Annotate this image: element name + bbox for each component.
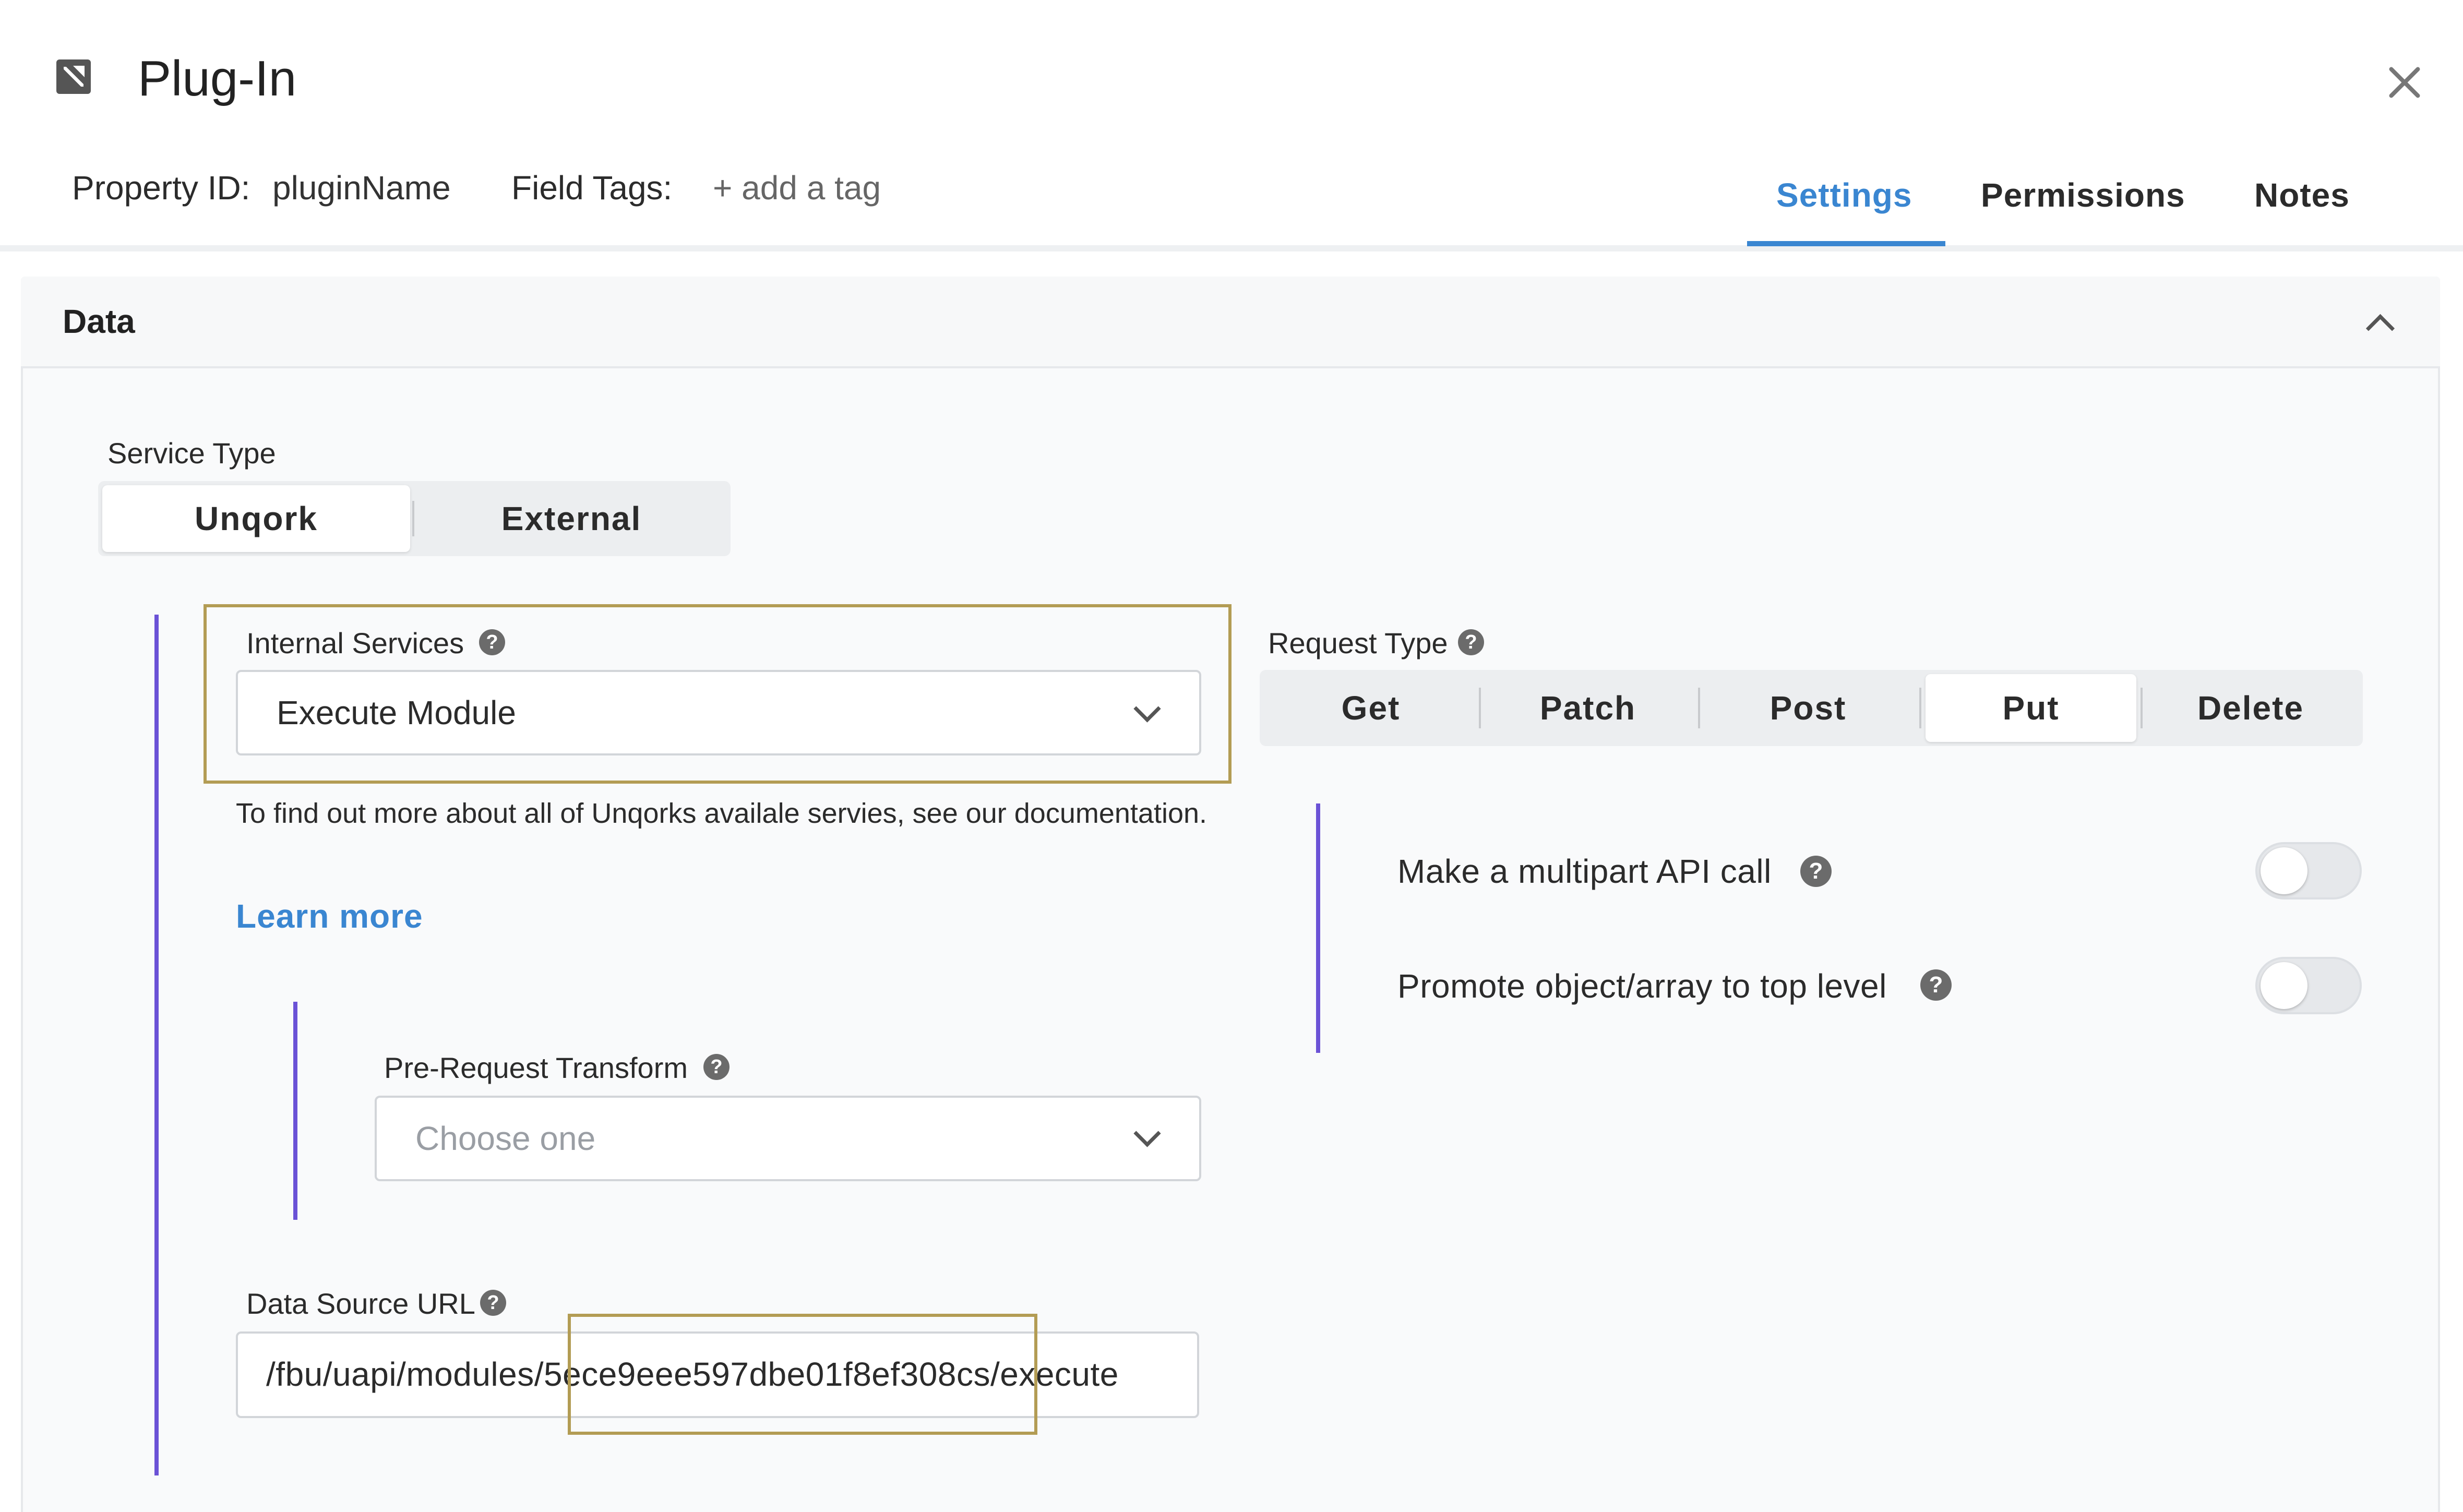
service-type-label: Service Type [107,437,276,470]
request-type-label: Request Type [1268,627,1448,659]
chevron-down-icon[interactable] [1130,1121,1162,1152]
help-icon[interactable]: ? [480,1290,506,1316]
module-id-highlight [568,1314,1037,1435]
options-bar [1316,803,1320,1053]
request-type-delete[interactable]: Delete [2144,674,2358,742]
segment-divider [1919,688,1921,728]
pre-request-transform-placeholder: Choose one [415,1120,596,1157]
multipart-label: Make a multipart API call [1397,853,1772,890]
tab-notes[interactable]: Notes [2254,175,2350,215]
service-type-external[interactable]: External [417,485,725,552]
tab-settings[interactable]: Settings [1776,175,1912,215]
modal-title: Plug-In [138,51,297,106]
internal-services-label: Internal Services [246,627,464,659]
segment-divider [2141,688,2143,728]
segment-divider [412,501,414,536]
add-tag-button[interactable]: + add a tag [713,168,881,208]
internal-services-value: Execute Module [277,694,516,731]
toggle-knob [2261,847,2307,894]
request-type-put[interactable]: Put [1926,674,2136,742]
request-type-patch[interactable]: Patch [1481,674,1695,742]
promote-toggle[interactable] [2255,957,2362,1014]
pre-request-transform-label: Pre-Request Transform [384,1051,688,1084]
data-source-url-label: Data Source URL [246,1287,475,1320]
data-panel [21,277,2440,1512]
section-bar [154,615,159,1475]
property-id-value: pluginName [272,169,451,207]
section-bar-nested [293,1002,297,1220]
request-type-post[interactable]: Post [1701,674,1915,742]
chevron-up-icon[interactable] [2365,309,2393,337]
learn-more-link[interactable]: Learn more [236,896,423,936]
multipart-toggle[interactable] [2255,842,2362,899]
chevron-down-icon[interactable] [1130,696,1162,727]
toggle-knob [2261,962,2307,1009]
promote-label: Promote object/array to top level [1397,967,1887,1005]
data-panel-title: Data [63,303,135,340]
request-type-get[interactable]: Get [1264,674,1478,742]
help-icon[interactable]: ? [1458,629,1484,655]
field-tags-label: Field Tags: [511,169,673,207]
help-icon[interactable]: ? [1920,969,1952,1001]
internal-services-help-text: To find out more about all of Unqorks av… [236,798,1207,829]
close-icon[interactable] [2384,62,2425,103]
property-id-label: Property ID: [72,169,250,207]
header-separator [0,245,2463,251]
help-icon[interactable]: ? [703,1054,730,1080]
help-icon[interactable]: ? [1800,856,1832,887]
tab-permissions[interactable]: Permissions [1981,175,2185,215]
data-panel-header[interactable] [21,277,2440,368]
active-tab-indicator [1747,241,1945,246]
service-type-unqork[interactable]: Unqork [102,485,410,552]
external-link-icon [56,59,91,94]
segment-divider [1698,688,1700,728]
help-icon[interactable]: ? [479,629,505,655]
